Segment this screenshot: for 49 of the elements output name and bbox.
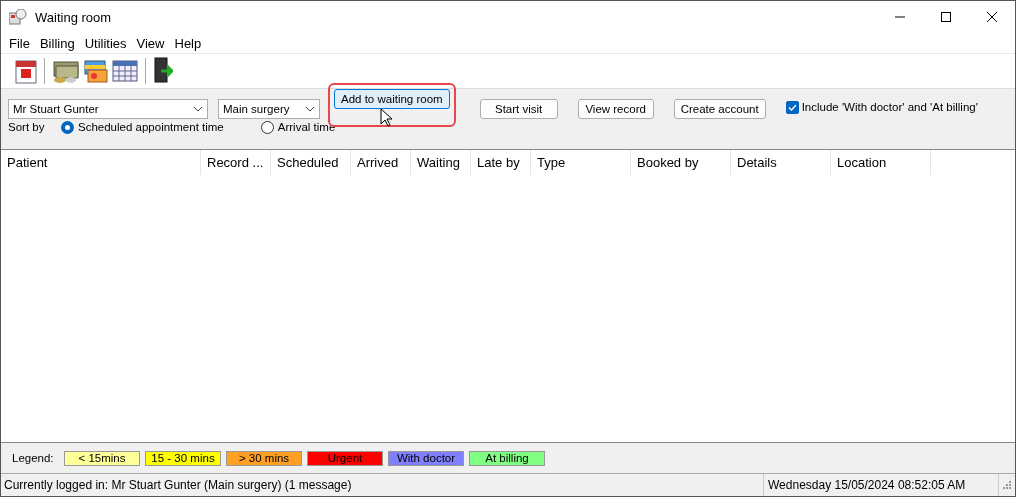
radio-button[interactable] [260, 120, 274, 134]
column-header[interactable]: Patient [1, 150, 201, 175]
radio-label: Scheduled appointment time [78, 121, 224, 133]
calendar-icon[interactable] [15, 58, 37, 84]
checkbox[interactable] [785, 100, 799, 114]
legend-swatch: 15 - 30 mins [145, 450, 221, 466]
calendar-grid-icon[interactable] [112, 60, 138, 82]
column-header[interactable]: Location [831, 150, 931, 175]
column-header[interactable]: Waiting [411, 150, 471, 175]
column-header[interactable]: Booked by [631, 150, 731, 175]
column-header[interactable]: Arrived [351, 150, 411, 175]
dropdown-chevron-icon [305, 106, 315, 112]
money-icon[interactable] [52, 58, 80, 84]
radio-button[interactable] [61, 120, 74, 134]
menu-item[interactable]: Utilities [79, 35, 132, 51]
legend-label: Legend: [12, 452, 55, 464]
menu-item[interactable]: View [131, 35, 170, 51]
column-header[interactable]: Details [731, 150, 831, 175]
column-header[interactable]: Record ... [201, 150, 271, 175]
checkbox-label: Include 'With doctor' and 'At billing' [801, 101, 978, 113]
cards-icon[interactable] [84, 58, 108, 84]
action-button[interactable]: Create account [673, 99, 766, 119]
status-message: Currently logged in: Mr Stuart Gunter (Main surgery) (1 message) [3, 478, 353, 492]
legend-swatch: < 15mins [64, 450, 140, 466]
exit-door-icon[interactable] [153, 57, 173, 85]
maximize-icon[interactable] [941, 12, 951, 22]
location-dropdown[interactable]: Main surgery [218, 99, 320, 119]
window-title: Waiting room [35, 9, 113, 25]
sort-label: Sort by [8, 121, 46, 133]
doctor-dropdown[interactable]: Mr Stuart Gunter [8, 99, 208, 119]
column-header[interactable]: Late by [471, 150, 531, 175]
menu-item[interactable]: File [4, 35, 35, 51]
action-button[interactable]: Start visit [479, 99, 558, 119]
column-header[interactable]: Type [531, 150, 631, 175]
close-icon[interactable] [987, 12, 997, 22]
action-button[interactable]: View record [577, 99, 654, 119]
legend-swatch: At billing [469, 450, 545, 466]
status-datetime: Wednesday 15/05/2024 08:52:05 AM [763, 474, 999, 496]
legend-swatch: > 30 mins [226, 450, 302, 466]
legend-swatch: Urgent [307, 450, 383, 466]
app-icon [9, 9, 27, 25]
column-header[interactable]: Scheduled [271, 150, 351, 175]
action-button[interactable]: Add to waiting room [334, 89, 450, 109]
mouse-cursor-icon [380, 108, 392, 127]
menu-item[interactable]: Billing [34, 35, 80, 51]
legend-swatch: With doctor [388, 450, 464, 466]
dropdown-chevron-icon [193, 106, 203, 112]
menu-item[interactable]: Help [169, 35, 207, 51]
resize-grip-icon [1003, 481, 1011, 489]
